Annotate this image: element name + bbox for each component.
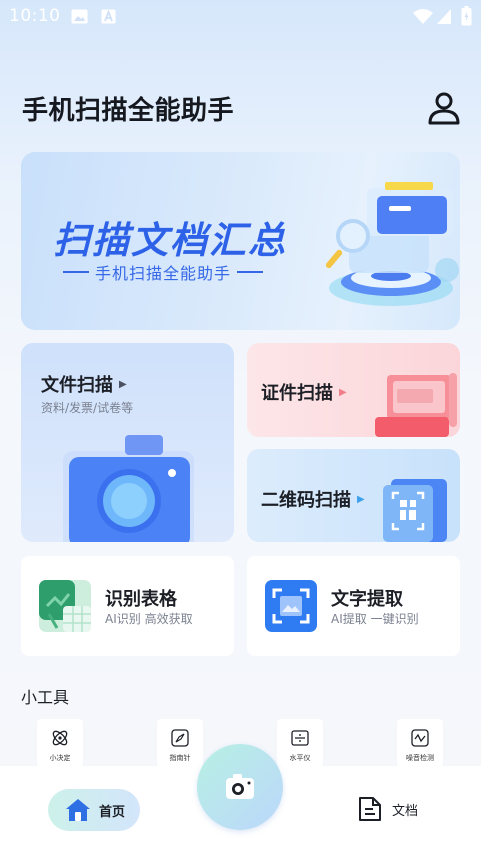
nav-documents-tab[interactable]: 文档 (358, 796, 418, 822)
table-recognition-card[interactable]: 识别表格 AI识别 高效获取 (21, 556, 234, 656)
qr-scan-title-row: 二维码扫描 ▶ (261, 486, 365, 512)
id-scan-title-row: 证件扫描 ▶ (261, 379, 347, 405)
document-scan-title: 文件扫描 (41, 375, 113, 396)
a-notification-icon (101, 9, 116, 24)
tool-level[interactable]: 水平仪 (277, 719, 323, 767)
text-extraction-title: 文字提取 (331, 589, 403, 610)
user-icon (428, 92, 460, 125)
page-title: 手机扫描全能助手 (22, 96, 235, 126)
document-scan-title-row: 文件扫描 ▶ (41, 371, 127, 397)
text-extraction-card[interactable]: 文字提取 AI提取 一键识别 (247, 556, 460, 656)
text-extraction-subtitle: AI提取 一键识别 (331, 612, 419, 626)
table-recognition-title: 识别表格 (105, 589, 177, 610)
atom-icon (52, 730, 68, 746)
compass-icon (171, 729, 189, 747)
document-scan-card[interactable]: 文件扫描 ▶ 资料/发票/试卷等 (21, 343, 234, 542)
qr-scan-card[interactable]: 二维码扫描 ▶ (247, 449, 460, 542)
level-icon (291, 730, 309, 746)
text-extract-icon (265, 580, 317, 632)
battery-icon (461, 6, 472, 26)
camera-scan-button[interactable] (197, 744, 283, 830)
nav-home-tab[interactable]: 首页 (48, 789, 140, 831)
tools-section-title: 小工具 (21, 688, 70, 707)
tool-label: 指南针 (169, 754, 191, 762)
noise-icon (411, 729, 429, 747)
tool-noise[interactable]: 噪音检测 (397, 719, 443, 767)
home-icon (66, 799, 90, 821)
id-scan-card[interactable]: 证件扫描 ▶ (247, 343, 460, 437)
document-scan-subtitle: 资料/发票/试卷等 (41, 401, 134, 415)
camera-icon (226, 774, 254, 799)
id-card-illustration-icon (375, 373, 457, 437)
banner-subtitle: 手机扫描全能助手 (95, 264, 232, 283)
qr-scan-title: 二维码扫描 (261, 490, 351, 511)
tool-label: 水平仪 (289, 754, 311, 762)
signal-icon (437, 9, 451, 24)
scan-illustration-icon (325, 182, 459, 306)
tool-compass[interactable]: 指南针 (157, 719, 203, 767)
play-arrow-icon: ▶ (357, 493, 365, 505)
tool-decision[interactable]: 小决定 (37, 719, 83, 767)
camera-illustration-icon (63, 435, 194, 542)
image-notification-icon (71, 9, 88, 24)
table-icon (39, 580, 91, 632)
banner-title: 扫描文档汇总 (53, 219, 287, 262)
tool-label: 噪音检测 (406, 754, 434, 762)
promo-banner[interactable]: 扫描文档汇总 手机扫描全能助手 (21, 152, 460, 330)
wifi-icon (413, 9, 433, 24)
status-bar: 10:10 (0, 0, 481, 34)
divider (63, 271, 89, 273)
play-arrow-icon: ▶ (119, 378, 127, 390)
table-recognition-subtitle: AI识别 高效获取 (105, 612, 193, 626)
status-time: 10:10 (9, 6, 61, 26)
banner-subtitle-row: 手机扫描全能助手 (57, 260, 269, 284)
play-arrow-icon: ▶ (339, 386, 347, 398)
document-icon (359, 797, 381, 821)
id-scan-title: 证件扫描 (261, 383, 333, 404)
qr-code-illustration-icon (383, 479, 447, 542)
divider (237, 271, 264, 273)
tool-label: 小决定 (49, 754, 71, 762)
nav-documents-label: 文档 (392, 803, 419, 819)
user-profile-button[interactable] (426, 90, 462, 126)
nav-home-label: 首页 (99, 804, 126, 820)
